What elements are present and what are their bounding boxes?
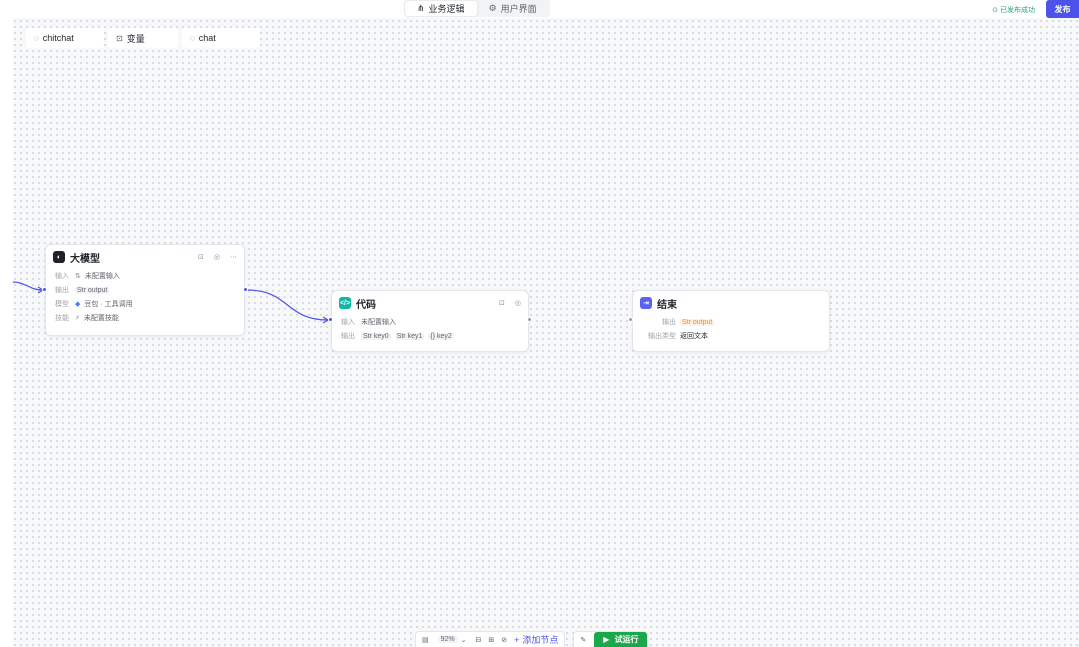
node-header: ◐ 大模型 ⊡ ◎ ⋯ bbox=[46, 245, 244, 269]
test-run-button[interactable]: ▶ 试运行 bbox=[594, 631, 648, 647]
output-chip: Str output bbox=[680, 318, 715, 326]
end-input-port[interactable] bbox=[628, 317, 633, 322]
edge-llm-code bbox=[246, 289, 329, 321]
add-node-button[interactable]: + 添加节点 bbox=[514, 633, 558, 646]
view-switcher: ⋔ 业务逻辑 ⚙ 用户界面 bbox=[404, 0, 550, 17]
node-row-output: 输出 Str output bbox=[662, 318, 715, 326]
wrench-icon[interactable]: ✎ bbox=[580, 636, 586, 644]
top-bar: ⋔ 业务逻辑 ⚙ 用户界面 ⊙ 已发布成功 发布 bbox=[0, 0, 1079, 18]
publish-status: ⊙ 已发布成功 bbox=[992, 7, 1035, 14]
bottom-toolbar: ▤ 92% ⌄ ⊟ ⊞ ⊘ + 添加节点 ✎ ▶ 试运行 bbox=[415, 631, 649, 647]
model-icon: ◆ bbox=[75, 301, 81, 308]
tab-user-interface[interactable]: ⚙ 用户界面 bbox=[477, 1, 549, 16]
debug-icon[interactable]: ⊡ bbox=[198, 253, 204, 261]
zoom-control[interactable]: 92% ⌄ bbox=[436, 636, 469, 644]
output-chip: Str output bbox=[75, 286, 110, 294]
input-icon: ⇅ bbox=[75, 273, 81, 280]
minimap-icon[interactable]: ▤ bbox=[422, 636, 429, 644]
tab-business-logic[interactable]: ⋔ 业务逻辑 bbox=[405, 1, 477, 16]
llm-input-port[interactable] bbox=[42, 287, 47, 292]
more-icon[interactable]: ⋯ bbox=[230, 253, 237, 261]
chevron-down-icon: ⌄ bbox=[460, 636, 467, 644]
node-header: ⇥ 结束 bbox=[633, 291, 829, 315]
panel-tab-chitchat[interactable]: ◌ chitchat bbox=[26, 28, 104, 48]
llm-icon: ◐ bbox=[53, 251, 65, 263]
debug-icon[interactable]: ⊡ bbox=[499, 299, 505, 307]
side-panel-edge bbox=[0, 18, 13, 647]
node-llm[interactable]: ◐ 大模型 ⊡ ◎ ⋯ 输入 ⇅ 未配置输入 输出 Str output 模型 … bbox=[45, 244, 245, 336]
variable-icon: ⊡ bbox=[116, 33, 123, 43]
comment-icon[interactable]: ⊘ bbox=[501, 636, 507, 644]
string-icon: Str bbox=[77, 286, 88, 294]
node-row-output: 输出 Str key0 Str key1 {} key2 bbox=[341, 332, 454, 340]
node-end[interactable]: ⇥ 结束 输出 Str output 输出类型 返回文本 bbox=[632, 290, 830, 352]
code-icon: </> bbox=[339, 297, 351, 309]
play-icon: ▶ bbox=[603, 635, 610, 644]
node-row-input: 输入 ⇅ 未配置输入 bbox=[55, 273, 120, 280]
panel-tab-variables[interactable]: ⊡ 变量 bbox=[108, 28, 178, 48]
output-chip: Str key1 bbox=[394, 332, 425, 340]
node-title: 结束 bbox=[657, 299, 677, 311]
skill-icon: ⚡ bbox=[75, 315, 80, 322]
zoom-level: 92% bbox=[437, 636, 458, 643]
flow-icon: ⋔ bbox=[417, 3, 425, 13]
node-row-skills: 技能 ⚡ 未配置技能 bbox=[55, 315, 119, 322]
node-code[interactable]: </> 代码 ⊡ ◎ 输入 未配置输入 输出 Str key0 Str key1… bbox=[331, 290, 529, 352]
panel-tabs: ◌ chitchat ⊡ 变量 ◌ chat bbox=[26, 28, 260, 48]
node-row-input: 输入 未配置输入 bbox=[341, 319, 396, 326]
output-chip: {} key2 bbox=[428, 332, 454, 340]
node-row-model: 模型 ◆ 豆包 · 工具调用 bbox=[55, 301, 133, 308]
tab-label: 业务逻辑 bbox=[428, 4, 465, 14]
node-row-output-type: 输出类型 返回文本 bbox=[648, 333, 708, 340]
canvas-tools: ▤ 92% ⌄ ⊟ ⊞ ⊘ + 添加节点 bbox=[415, 631, 566, 647]
run-icon[interactable]: ◎ bbox=[515, 299, 521, 307]
plus-icon: + bbox=[514, 634, 520, 645]
edge-in-llm bbox=[12, 281, 43, 291]
node-header: </> 代码 ⊡ ◎ bbox=[332, 291, 528, 315]
chat-bubble-icon: ◌ bbox=[34, 33, 39, 43]
chat-bubble-icon: ◌ bbox=[190, 33, 195, 43]
end-icon: ⇥ bbox=[640, 297, 652, 309]
code-input-port[interactable] bbox=[328, 317, 333, 322]
node-title: 大模型 bbox=[70, 253, 100, 265]
fit-view-icon[interactable]: ⊞ bbox=[488, 636, 494, 644]
ui-icon: ⚙ bbox=[488, 3, 497, 13]
check-icon: ⊙ bbox=[992, 7, 998, 14]
code-output-port[interactable] bbox=[527, 317, 532, 322]
publish-button[interactable]: 发布 bbox=[1046, 0, 1079, 18]
panel-tab-chat[interactable]: ◌ chat bbox=[182, 28, 260, 48]
tab-label: 用户界面 bbox=[500, 4, 537, 14]
node-row-output: 输出 Str output bbox=[55, 286, 110, 294]
node-title: 代码 bbox=[356, 299, 376, 311]
layout-icon[interactable]: ⊟ bbox=[476, 636, 482, 644]
output-chip: Str key0 bbox=[361, 332, 391, 340]
run-controls: ✎ ▶ 试运行 bbox=[573, 631, 649, 647]
llm-output-port[interactable] bbox=[243, 287, 248, 292]
run-icon[interactable]: ◎ bbox=[214, 253, 220, 261]
